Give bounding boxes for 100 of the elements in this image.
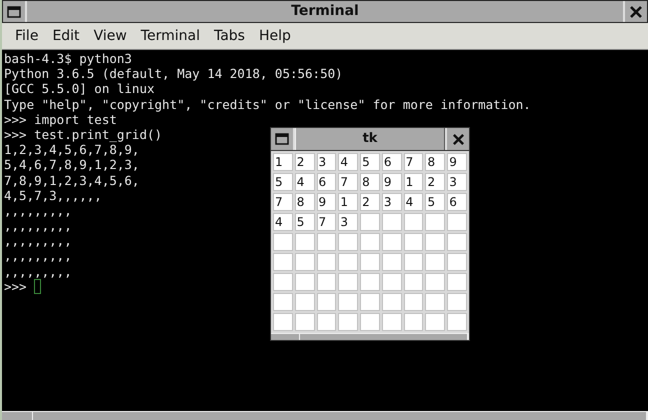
menu-item[interactable]: Help	[252, 25, 298, 47]
terminal-line: 5,4,6,7,8,9,1,2,3,	[4, 157, 140, 172]
grid-entry[interactable]: 6	[447, 193, 467, 211]
grid-entry[interactable]: 7	[404, 153, 424, 171]
grid-entry[interactable]	[404, 233, 424, 251]
grid-entry[interactable]	[294, 313, 315, 331]
window-menu-icon[interactable]	[275, 133, 289, 145]
grid-entry[interactable]	[338, 293, 358, 311]
grid-entry[interactable]: 3	[382, 193, 402, 211]
terminal-line: bash-4.3$ python3	[4, 51, 132, 66]
menu-item[interactable]: File	[8, 25, 46, 47]
grid-entry[interactable]	[404, 253, 424, 271]
grid-entry[interactable]: 1	[273, 153, 293, 171]
grid-entry[interactable]	[382, 293, 402, 311]
grid-entry[interactable]	[425, 253, 446, 271]
grid-entry[interactable]	[404, 213, 424, 231]
grid-entry[interactable]	[425, 273, 446, 291]
grid-entry[interactable]	[316, 273, 336, 291]
grid-entry[interactable]	[425, 313, 446, 331]
grid-entry[interactable]: 1	[338, 193, 358, 211]
grid-entry[interactable]: 6	[382, 153, 402, 171]
close-icon[interactable]	[452, 132, 464, 146]
grid-entry[interactable]: 5	[360, 153, 380, 171]
grid-entry[interactable]	[404, 313, 424, 331]
grid-entry[interactable]: 5	[294, 213, 315, 231]
grid-entry[interactable]	[338, 233, 358, 251]
grid-entry[interactable]	[382, 253, 402, 271]
grid-entry[interactable]	[294, 293, 315, 311]
window-title: Terminal	[290, 2, 360, 21]
grid-entry[interactable]: 2	[360, 193, 380, 211]
grid-entry[interactable]: 7	[316, 213, 336, 231]
grid-entry[interactable]	[338, 253, 358, 271]
grid-entry[interactable]	[360, 213, 380, 231]
menu-item[interactable]: Tabs	[206, 25, 252, 47]
grid-entry[interactable]	[425, 233, 446, 251]
grid-entry[interactable]	[338, 273, 358, 291]
grid-entry[interactable]: 5	[273, 173, 293, 191]
grid-entry[interactable]: 3	[447, 173, 467, 191]
grid-entry[interactable]: 8	[425, 153, 446, 171]
grid-entry[interactable]: 8	[294, 193, 315, 211]
grid-entry[interactable]	[404, 273, 424, 291]
grid-entry[interactable]: 9	[382, 173, 402, 191]
menu-item[interactable]: Edit	[45, 25, 87, 47]
grid-entry[interactable]	[360, 293, 380, 311]
grid-entry[interactable]	[316, 313, 336, 331]
menu-item[interactable]: View	[86, 25, 134, 47]
grid-entry[interactable]	[316, 293, 336, 311]
grid-entry[interactable]	[294, 253, 315, 271]
grid-entry[interactable]: 2	[425, 173, 446, 191]
tk-scrollbar[interactable]	[271, 333, 469, 340]
terminal-line: Python 3.6.5 (default, May 14 2018, 05:56:50)	[4, 66, 343, 82]
grid-entry[interactable]: 4	[294, 173, 315, 191]
terminal-line: ,,,,,,,,,	[4, 264, 72, 279]
grid-entry[interactable]: 7	[338, 173, 358, 191]
grid-entry[interactable]	[273, 313, 293, 331]
grid-entry[interactable]	[447, 253, 467, 271]
grid-entry[interactable]	[382, 213, 402, 231]
terminal-line: 7,8,9,1,2,3,4,5,6,	[4, 172, 140, 188]
grid-entry[interactable]: 1	[404, 173, 424, 191]
grid-entry[interactable]	[404, 293, 424, 311]
grid-entry[interactable]	[316, 253, 336, 271]
grid-entry[interactable]: 2	[294, 153, 315, 171]
grid-entry[interactable]	[382, 313, 402, 331]
grid-entry[interactable]	[447, 273, 467, 291]
grid-entry[interactable]: 8	[360, 173, 380, 191]
grid-entry[interactable]	[273, 293, 293, 311]
grid-entry[interactable]: 9	[447, 153, 467, 171]
grid-entry[interactable]	[294, 233, 315, 251]
grid-entry[interactable]: 4	[273, 213, 293, 231]
grid-entry[interactable]	[316, 233, 336, 251]
grid-entry[interactable]	[425, 293, 446, 311]
grid-entry[interactable]: 3	[338, 213, 358, 231]
grid-entry[interactable]	[338, 313, 358, 331]
grid-entry[interactable]	[447, 213, 467, 231]
grid-entry[interactable]	[447, 233, 467, 251]
grid-entry[interactable]: 4	[404, 193, 424, 211]
grid-entry[interactable]: 5	[425, 193, 446, 211]
grid-entry[interactable]	[273, 273, 293, 291]
grid-entry[interactable]: 6	[316, 173, 336, 191]
grid-entry[interactable]	[273, 253, 293, 271]
grid-entry[interactable]	[447, 293, 467, 311]
grid-entry[interactable]	[360, 233, 380, 251]
grid-entry[interactable]: 7	[273, 193, 293, 211]
grid-entry[interactable]	[360, 273, 380, 291]
grid-entry[interactable]	[425, 213, 446, 231]
grid-entry[interactable]	[447, 313, 467, 331]
terminal-prompt: >>>	[4, 279, 28, 294]
close-icon[interactable]	[629, 4, 643, 18]
scrollbar[interactable]	[2, 411, 648, 420]
grid-entry[interactable]	[360, 313, 380, 331]
grid-entry[interactable]	[382, 233, 402, 251]
grid-entry[interactable]	[360, 253, 380, 271]
menu-item[interactable]: Terminal	[134, 25, 207, 47]
grid-entry[interactable]: 3	[316, 153, 336, 171]
grid-entry[interactable]	[382, 273, 402, 291]
grid-entry[interactable]	[294, 273, 315, 291]
grid-entry[interactable]	[273, 233, 293, 251]
window-menu-icon[interactable]	[7, 6, 21, 18]
grid-entry[interactable]: 4	[338, 153, 358, 171]
grid-entry[interactable]: 9	[316, 193, 336, 211]
